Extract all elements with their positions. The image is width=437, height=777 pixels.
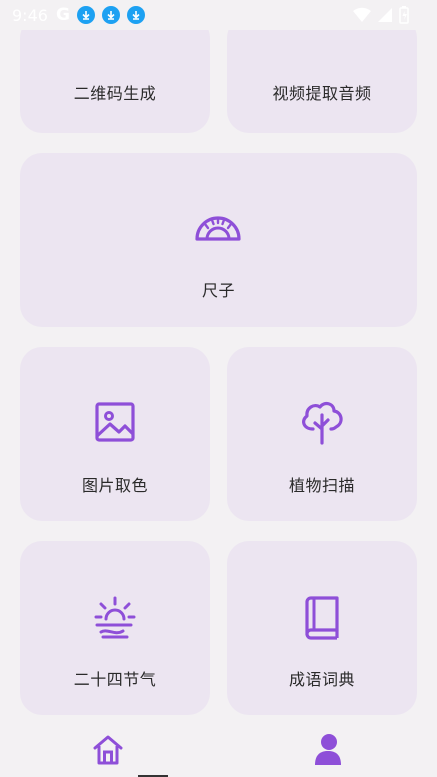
nav-profile[interactable] — [308, 730, 348, 770]
qrcode-icon — [95, 30, 135, 40]
tool-card-audio-extract[interactable]: 视频提取音频 — [227, 30, 417, 133]
signal-icon — [378, 8, 392, 22]
status-time: 9:46 — [12, 5, 48, 25]
tool-label: 图片取色 — [81, 476, 148, 495]
nav-home[interactable] — [88, 730, 128, 770]
home-icon — [93, 735, 123, 765]
status-bar: 9:46 G — [0, 0, 437, 30]
ruler-icon — [195, 216, 241, 241]
tool-card-image-color[interactable]: 图片取色 — [20, 347, 210, 521]
download-icon — [76, 6, 95, 24]
book-icon — [305, 596, 339, 640]
bottom-nav — [0, 718, 437, 777]
battery-icon — [399, 6, 409, 24]
tool-label: 二维码生成 — [73, 84, 157, 103]
user-icon — [315, 734, 341, 765]
tool-label: 视频提取音频 — [272, 84, 372, 103]
tool-card-qrcode[interactable]: 二维码生成 — [20, 30, 210, 133]
tool-card-idiom-dictionary[interactable]: 成语词典 — [227, 541, 417, 715]
audio-extract-icon — [302, 30, 342, 40]
tool-label: 成语词典 — [288, 670, 355, 689]
wifi-icon — [353, 7, 371, 23]
image-icon — [95, 402, 135, 442]
sunrise-icon — [94, 596, 136, 639]
tool-card-ruler[interactable]: 尺子 — [20, 153, 417, 327]
carrier-icon: G — [55, 5, 70, 25]
tool-card-solar-terms[interactable]: 二十四节气 — [20, 541, 210, 715]
tool-label: 植物扫描 — [288, 476, 355, 495]
tree-icon — [302, 401, 343, 445]
tool-label: 二十四节气 — [73, 670, 157, 689]
tool-label: 尺子 — [201, 281, 235, 300]
tool-card-plant-scan[interactable]: 植物扫描 — [227, 347, 417, 521]
download-icon — [126, 6, 145, 24]
tool-grid: 二维码生成 视频提取音频 尺子 图片取色 植物扫描 二十四节气 成语词典 — [0, 30, 437, 718]
download-icon — [101, 6, 120, 24]
